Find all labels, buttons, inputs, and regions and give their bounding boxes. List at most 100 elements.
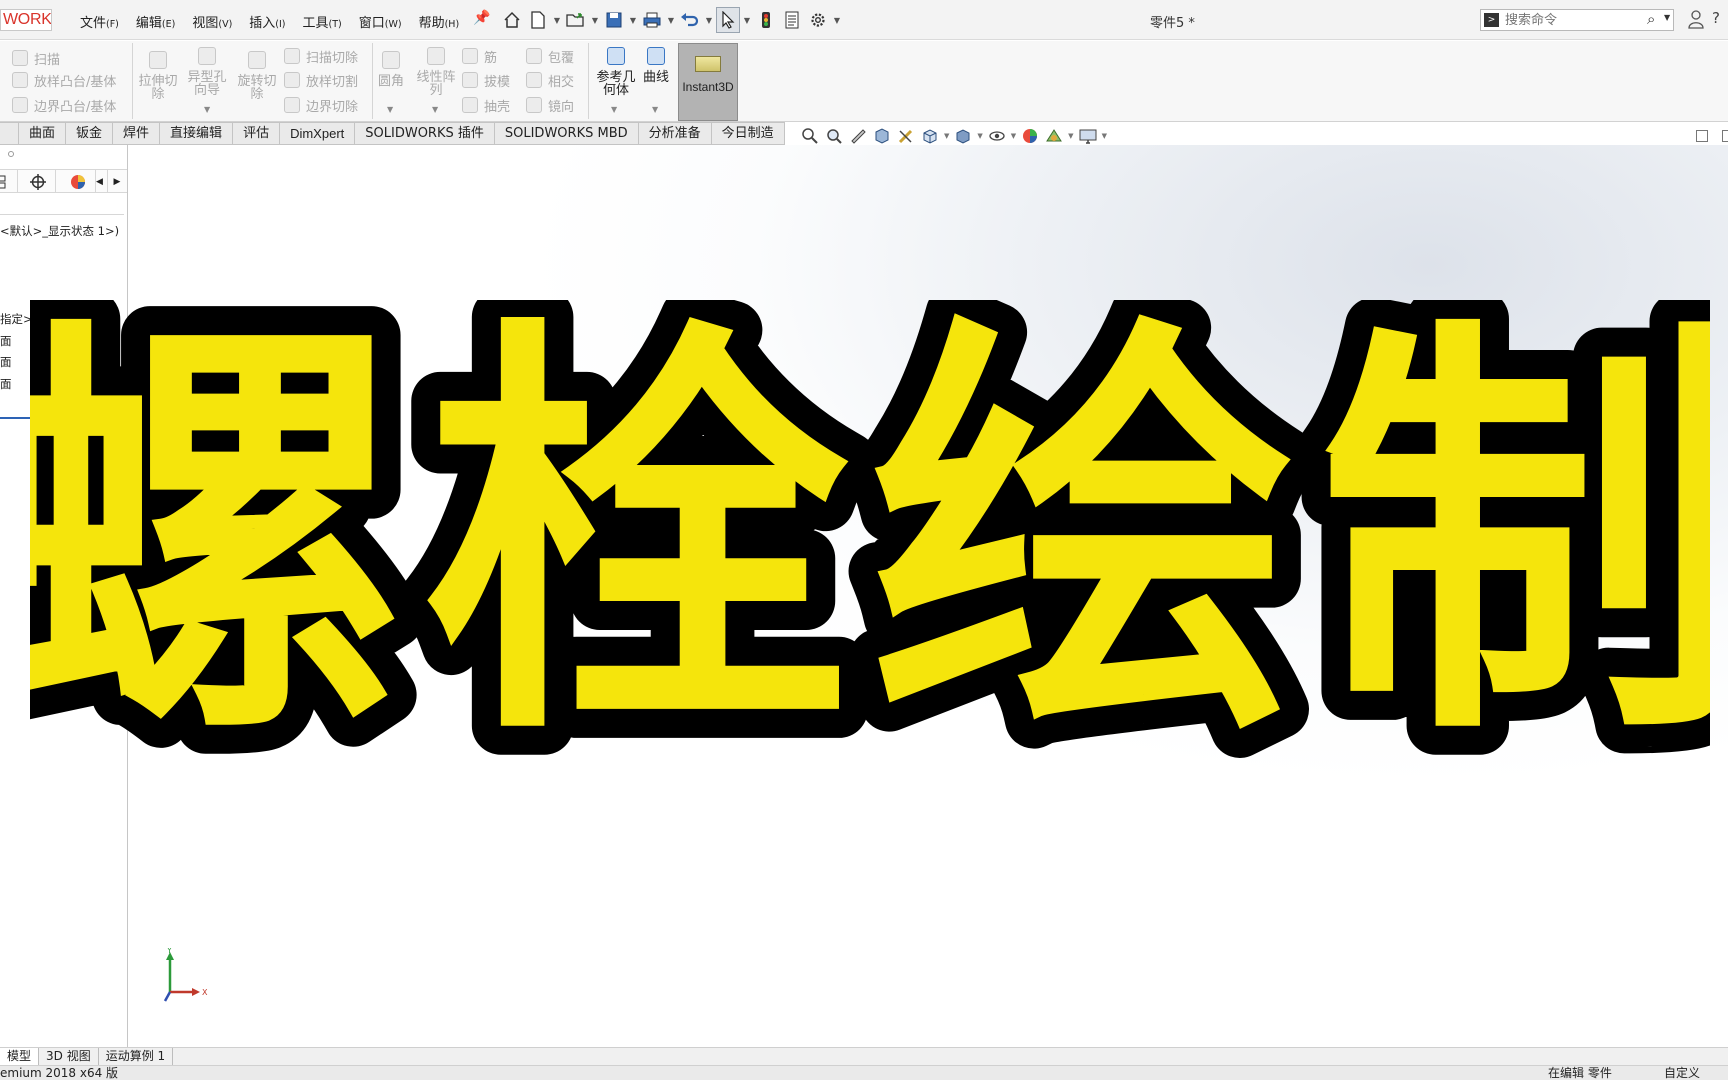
tab-evaluate[interactable]: 评估 [233, 122, 281, 145]
menu-insert[interactable]: 插入(I) [249, 12, 285, 31]
wrap-button[interactable]: 包覆 [526, 45, 574, 67]
tree-item-front-plane[interactable]: 面 [0, 333, 12, 349]
tree-item-material[interactable]: 指定> [0, 311, 33, 327]
tab-scroll-right-icon[interactable]: ▶ [109, 170, 125, 193]
open-folder-icon[interactable] [564, 7, 588, 33]
reference-geometry-dropdown-icon[interactable]: ▼ [611, 105, 617, 114]
boundary-cut-button[interactable]: 边界切除 [284, 94, 358, 116]
status-custom-units[interactable]: 自定义 [1664, 1066, 1700, 1080]
display-style-icon[interactable] [953, 126, 973, 146]
view-orientation-dropdown-icon[interactable]: ▼ [944, 132, 949, 140]
new-dropdown-icon[interactable]: ▼ [552, 16, 562, 25]
print-icon[interactable] [640, 7, 664, 33]
menu-window[interactable]: 窗口(W) [359, 12, 402, 31]
options-gear-icon[interactable] [806, 7, 830, 33]
user-icon[interactable] [1688, 9, 1704, 29]
save-dropdown-icon[interactable]: ▼ [628, 16, 638, 25]
file-properties-icon[interactable] [780, 7, 804, 33]
pin-icon[interactable]: 📌 [473, 10, 490, 26]
instant3d-button[interactable]: Instant3D [678, 43, 738, 121]
menu-edit[interactable]: 编辑(E) [136, 12, 175, 31]
loft-boss-button[interactable]: 放样凸台/基体 [12, 69, 116, 91]
print-dropdown-icon[interactable]: ▼ [666, 16, 676, 25]
shell-button[interactable]: 抽壳 [462, 94, 510, 116]
view-orientation-icon[interactable] [920, 126, 940, 146]
reference-geometry-button[interactable]: 参考几何体 [592, 47, 640, 97]
help-icon[interactable]: ? [1712, 9, 1720, 27]
dynamic-annotation-icon[interactable] [896, 126, 916, 146]
feature-tree-filter[interactable] [0, 193, 124, 215]
display-style-dropdown-icon[interactable]: ▼ [977, 132, 982, 140]
command-search-box[interactable]: > ⌕ ▼ [1480, 9, 1674, 31]
rebuild-traffic-light-icon[interactable] [754, 7, 778, 33]
fillet-button[interactable]: 圆角 [368, 51, 414, 88]
menu-view[interactable]: 视图(V) [192, 12, 232, 31]
save-icon[interactable] [602, 7, 626, 33]
tab-weldments[interactable]: 焊件 [113, 122, 161, 145]
pattern-dropdown-icon[interactable]: ▼ [432, 105, 438, 114]
extrude-cut-button[interactable]: 拉伸切除 [135, 51, 181, 101]
hide-show-items-icon[interactable] [987, 126, 1007, 146]
tab-sheet-metal[interactable]: 钣金 [66, 122, 114, 145]
boundary-boss-button[interactable]: 边界凸台/基体 [12, 94, 116, 116]
search-icon[interactable]: ⌕ [1647, 10, 1655, 28]
tab-3dexperience-make[interactable]: 今日制造 [711, 122, 785, 145]
open-dropdown-icon[interactable]: ▼ [590, 16, 600, 25]
intersect-button[interactable]: 相交 [526, 69, 574, 91]
tree-item-right-plane[interactable]: 面 [0, 376, 12, 392]
search-dropdown-icon[interactable]: ▼ [1664, 13, 1670, 22]
panel-grip-icon[interactable] [8, 151, 14, 157]
loft-cut-button[interactable]: 放样切割 [284, 69, 358, 91]
hole-wizard-dropdown-icon[interactable]: ▼ [204, 105, 210, 114]
menu-help[interactable]: 帮助(H) [419, 12, 460, 31]
curves-button[interactable]: 曲线 [636, 47, 676, 84]
fillet-dropdown-icon[interactable]: ▼ [387, 105, 393, 114]
maximize-pane-icon[interactable] [1722, 130, 1728, 142]
curves-dropdown-icon[interactable]: ▼ [652, 105, 658, 114]
tab-solidworks-addins[interactable]: SOLIDWORKS 插件 [355, 122, 495, 145]
menu-tools[interactable]: 工具(T) [303, 12, 342, 31]
revolve-cut-button[interactable]: 旋转切除 [234, 51, 280, 101]
tab-model[interactable]: 模型 [0, 1048, 40, 1066]
tree-item-top-plane[interactable]: 面 [0, 354, 12, 370]
select-cursor-icon[interactable] [716, 7, 740, 33]
new-document-icon[interactable] [526, 7, 550, 33]
dimxpert-manager-tab[interactable] [20, 170, 56, 193]
tab-direct-editing[interactable]: 直接编辑 [160, 122, 234, 145]
tab-solidworks-mbd[interactable]: SOLIDWORKS MBD [494, 122, 639, 145]
hole-wizard-button[interactable]: 异型孔向导 [184, 47, 230, 97]
zoom-to-fit-icon[interactable] [800, 126, 820, 146]
zoom-to-area-icon[interactable] [824, 126, 844, 146]
sweep-boss-button[interactable]: 扫描 [12, 47, 60, 69]
rib-button[interactable]: 筋 [462, 45, 497, 67]
home-icon[interactable] [500, 7, 524, 33]
options-dropdown-icon[interactable]: ▼ [832, 16, 842, 25]
mirror-button[interactable]: 镜向 [526, 94, 574, 116]
configuration-manager-tab[interactable] [0, 170, 18, 193]
previous-view-icon[interactable] [848, 126, 868, 146]
tab-dimxpert[interactable]: DimXpert [280, 122, 356, 145]
scene-dropdown-icon[interactable]: ▼ [1068, 132, 1073, 140]
display-manager-tab[interactable] [60, 170, 96, 193]
view-settings-monitor-icon[interactable] [1078, 126, 1098, 146]
undo-icon[interactable] [678, 7, 702, 33]
section-view-icon[interactable] [872, 126, 892, 146]
draft-button[interactable]: 拔模 [462, 69, 510, 91]
linear-pattern-button[interactable]: 线性阵列 [412, 47, 460, 97]
sweep-cut-button[interactable]: 扫描切除 [284, 45, 358, 67]
select-dropdown-icon[interactable]: ▼ [742, 16, 752, 25]
restore-pane-icon[interactable] [1696, 130, 1708, 142]
apply-scene-icon[interactable] [1044, 126, 1064, 146]
undo-dropdown-icon[interactable]: ▼ [704, 16, 714, 25]
tab-analysis-preparation[interactable]: 分析准备 [638, 122, 712, 145]
hide-show-dropdown-icon[interactable]: ▼ [1011, 132, 1016, 140]
tab-scroll-left-icon[interactable]: ◀ [92, 170, 108, 193]
tree-item-display-state[interactable]: <默认>_显示状态 1>) [0, 223, 119, 239]
tab-3d-views[interactable]: 3D 视图 [39, 1048, 99, 1066]
view-settings-dropdown-icon[interactable]: ▼ [1102, 132, 1107, 140]
search-input[interactable] [1505, 12, 1625, 28]
menu-file[interactable]: 文件(F) [80, 12, 119, 31]
edit-appearance-icon[interactable] [1020, 126, 1040, 146]
tab-surfaces[interactable]: 曲面 [19, 122, 67, 145]
tab-features-partial[interactable] [0, 122, 19, 145]
